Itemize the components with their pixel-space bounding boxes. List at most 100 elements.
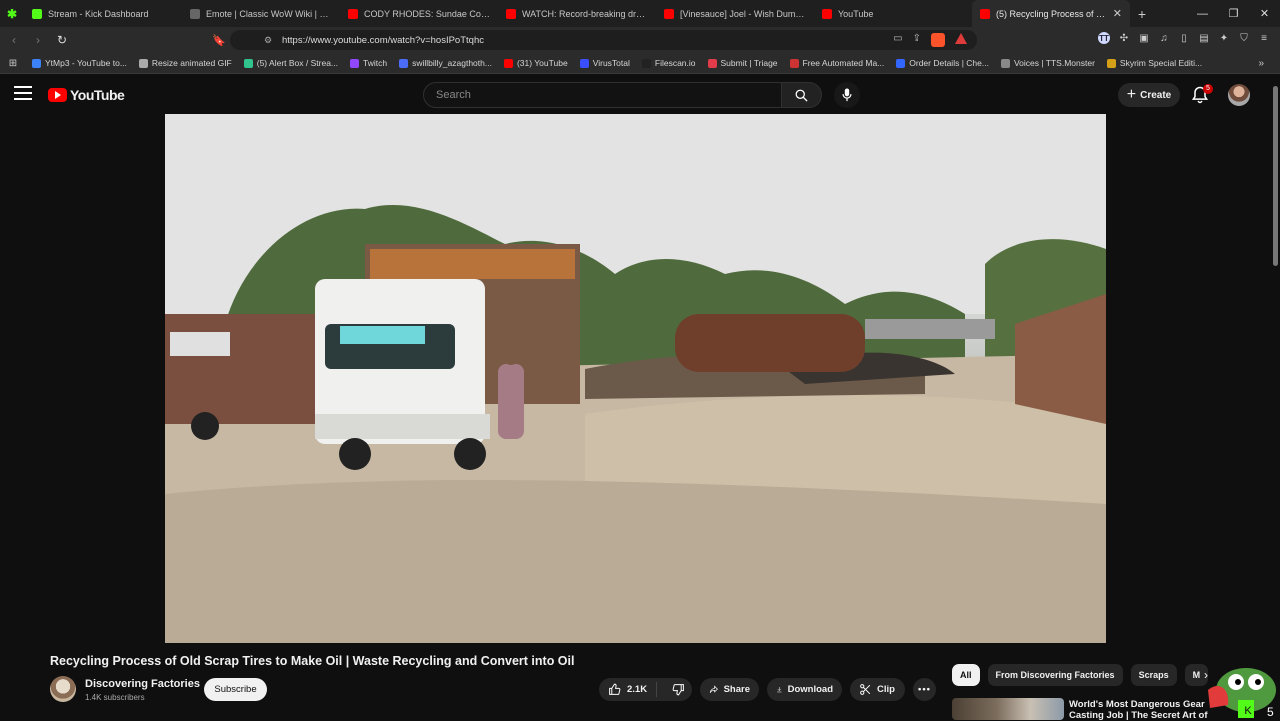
reload-icon[interactable]: ↻ — [52, 30, 72, 50]
bookmark-icon[interactable]: 🔖 — [212, 34, 226, 47]
browser-tab[interactable]: YouTube — [814, 0, 972, 27]
bookmark-item[interactable]: VirusTotal — [574, 58, 636, 68]
music-icon[interactable]: ♫ — [1158, 32, 1170, 44]
thumbs-up-icon — [609, 683, 621, 695]
bookmark-item[interactable]: Order Details | Che... — [890, 58, 995, 68]
bookmark-label: Skyrim Special Editi... — [1119, 58, 1203, 68]
browser-tab[interactable]: WATCH: Record-breaking drug load — [498, 0, 656, 27]
sidebar-icon[interactable]: ▯ — [1178, 32, 1190, 44]
bookmark-item[interactable]: Filescan.io — [636, 58, 702, 68]
hamburger-menu-icon[interactable] — [14, 86, 32, 100]
tab-favicon-icon — [980, 8, 990, 19]
brave-rewards-icon[interactable] — [955, 33, 967, 44]
back-icon[interactable]: ‹ — [4, 30, 24, 50]
bookmark-label: YtMp3 - YouTube to... — [45, 58, 127, 68]
app-icon[interactable]: ✱ — [0, 0, 24, 27]
bookmark-item[interactable]: Free Automated Ma... — [784, 58, 891, 68]
clip-button[interactable]: Clip — [850, 678, 905, 701]
maximize-icon[interactable]: ❐ — [1218, 0, 1249, 27]
vpn-icon[interactable]: ⛉ — [1238, 32, 1250, 44]
account-avatar[interactable] — [1228, 84, 1250, 106]
tab-label: WATCH: Record-breaking drug load — [522, 8, 648, 19]
search-input[interactable]: Search — [423, 82, 782, 108]
share-page-icon[interactable]: ⇪ — [913, 33, 921, 47]
search-button[interactable] — [781, 82, 822, 108]
extension-puzzle-icon[interactable]: ✣ — [1118, 32, 1130, 44]
extension-tt-icon[interactable]: TT — [1098, 32, 1110, 44]
brave-shield-icon[interactable] — [931, 33, 945, 47]
browser-tab[interactable]: Stream - Kick Dashboard — [24, 0, 182, 27]
extensions-area: TT ✣ ▣ ♫ ▯ ▤ ✦ ⛉ ≡ — [1098, 32, 1270, 44]
bookmark-favicon-icon — [579, 58, 589, 68]
minimize-icon[interactable]: — — [1187, 0, 1218, 27]
youtube-logo-text: YouTube — [70, 87, 125, 103]
bookmark-item[interactable]: (5) Alert Box / Strea... — [238, 58, 344, 68]
microphone-icon — [842, 88, 852, 102]
share-label: Share — [723, 684, 750, 695]
extension-box-icon[interactable]: ▣ — [1138, 32, 1150, 44]
bookmark-item[interactable]: Twitch — [344, 58, 393, 68]
bookmark-favicon-icon — [707, 58, 717, 68]
tab-favicon-icon — [822, 8, 832, 19]
browser-tab[interactable]: CODY RHODES: Sundae Conversatio — [340, 0, 498, 27]
bookmark-item[interactable]: (31) YouTube — [498, 58, 574, 68]
bookmark-favicon-icon — [243, 58, 253, 68]
like-button[interactable]: 2.1K — [599, 682, 658, 697]
page-scrollbar[interactable] — [1273, 86, 1278, 266]
browser-tab-bar: ✱ Stream - Kick Dashboard Emote | Classic… — [0, 0, 1280, 27]
bookmark-item[interactable]: Skyrim Special Editi... — [1101, 58, 1208, 68]
recommended-title[interactable]: World's Most Dangerous Gear Casting Job … — [1069, 699, 1209, 721]
bookmark-item[interactable]: swillbilly_azagthoth... — [393, 58, 498, 68]
cast-icon[interactable]: ▭ — [893, 33, 902, 47]
browser-toolbar: ‹ › ↻ 🔖 ⚙ https://www.youtube.com/watch?… — [0, 27, 1280, 53]
subscribe-button[interactable]: Subscribe — [204, 678, 267, 701]
bookmark-label: Twitch — [363, 58, 388, 68]
browser-menu-icon[interactable]: ≡ — [1258, 32, 1270, 44]
share-button[interactable]: Share — [700, 678, 759, 701]
bookmark-item[interactable]: Submit | Triage — [702, 58, 784, 68]
tab-favicon-icon — [190, 8, 200, 19]
browser-tab[interactable]: [Vinesauce] Joel - Wish Dumpster D — [656, 0, 814, 27]
close-window-icon[interactable]: ✕ — [1249, 0, 1280, 27]
bookmark-label: (31) YouTube — [516, 58, 568, 68]
wallet-icon[interactable]: ▤ — [1198, 32, 1210, 44]
tab-favicon-icon — [32, 8, 42, 19]
apps-grid-icon[interactable]: ⊞ — [0, 58, 26, 69]
create-button[interactable]: + Create — [1118, 83, 1180, 107]
video-player[interactable] — [165, 114, 1106, 643]
youtube-logo[interactable]: YouTube — [48, 87, 125, 103]
bookmark-item[interactable]: Voices | TTS.Monster — [995, 58, 1101, 68]
recommended-thumbnail[interactable] — [952, 698, 1064, 720]
bookmark-item[interactable]: YtMp3 - YouTube to... — [26, 58, 133, 68]
tab-favicon-icon — [664, 8, 674, 19]
browser-tab[interactable]: Emote | Classic WoW Wiki | Fandom — [182, 0, 340, 27]
download-button[interactable]: Download — [767, 678, 842, 701]
like-dislike-group: 2.1K — [599, 678, 692, 701]
voice-search-button[interactable] — [834, 82, 860, 108]
tab-label: Emote | Classic WoW Wiki | Fandom — [206, 8, 332, 19]
bookmark-item[interactable]: Resize animated GIF — [133, 58, 238, 68]
site-info-icon[interactable]: ⚙ — [258, 35, 278, 46]
filter-chip[interactable]: Scraps — [1130, 664, 1177, 686]
address-bar[interactable]: 🔖 ⚙ https://www.youtube.com/watch?v=hosI… — [212, 30, 977, 50]
bookmark-label: (5) Alert Box / Strea... — [256, 58, 339, 68]
search-placeholder: Search — [436, 89, 471, 101]
like-count: 2.1K — [627, 684, 648, 695]
dislike-button[interactable] — [662, 683, 695, 696]
filter-chip[interactable]: All — [952, 664, 980, 686]
more-actions-icon[interactable]: ••• — [913, 678, 936, 701]
filter-chip[interactable]: From Discovering Factories — [987, 664, 1123, 686]
url-text[interactable]: https://www.youtube.com/watch?v=hosIPoTt… — [282, 35, 484, 46]
channel-name[interactable]: Discovering Factories — [85, 678, 200, 690]
scissors-icon — [860, 684, 871, 695]
leo-icon[interactable]: ✦ — [1218, 32, 1230, 44]
forward-icon[interactable]: › — [28, 30, 48, 50]
tab-favicon-icon — [348, 8, 358, 19]
browser-tab[interactable]: (5) Recycling Process of Old ✕ — [972, 0, 1130, 27]
tab-label: CODY RHODES: Sundae Conversatio — [364, 8, 490, 19]
channel-avatar[interactable] — [50, 676, 76, 702]
tab-close-icon[interactable]: ✕ — [1113, 7, 1122, 20]
new-tab-button[interactable]: + — [1130, 6, 1154, 22]
bookmarks-more-icon[interactable]: » — [1258, 58, 1264, 69]
thumbs-down-icon — [672, 684, 684, 696]
